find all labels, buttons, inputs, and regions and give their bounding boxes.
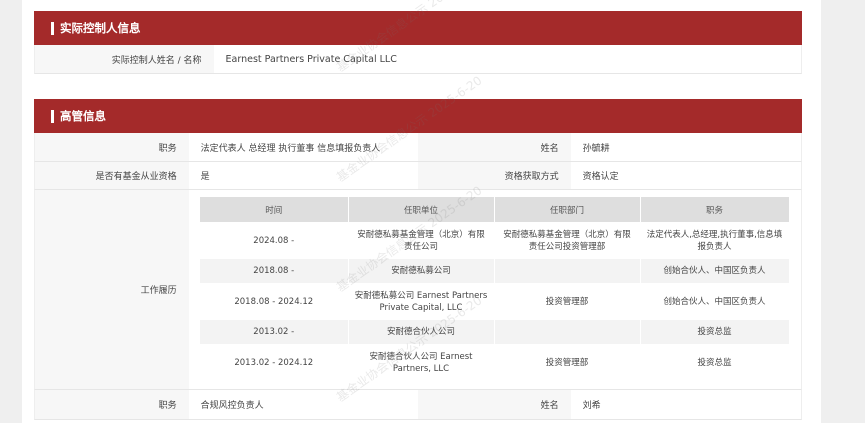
controller-section-header: 实际控制人信息	[34, 11, 802, 45]
exec1-method-value: 资格认定	[582, 172, 619, 182]
history-unit: 安耐德合伙人公司 Earnest Partners, LLC	[348, 344, 495, 381]
history-role: 投资总监	[640, 320, 790, 344]
history-dept: 投资管理部	[494, 344, 641, 381]
history-dept: 安耐德私募基金管理（北京）有限责任公司投资管理部	[494, 222, 641, 259]
history-header-time: 时间	[200, 197, 349, 222]
history-dept: 投资管理部	[494, 283, 641, 320]
page: 实际控制人信息 实际控制人姓名 / 名称 Earnest Partners Pr…	[22, 0, 821, 423]
history-header-role: 职务	[640, 197, 790, 222]
exec1-position-value: 法定代表人 总经理 执行董事 信息填报负责人	[200, 143, 381, 154]
history-unit: 安耐德私募公司	[348, 259, 495, 283]
exec1-name-label: 姓名	[418, 133, 571, 161]
exec2-position-row: 职务 合规风控负责人 姓名 刘希	[34, 390, 802, 420]
history-time: 2024.08 -	[200, 222, 349, 259]
history-time: 2018.08 - 2024.12	[200, 283, 349, 320]
exec2-name-value: 刘希	[582, 401, 601, 411]
header-bar	[51, 109, 54, 123]
history-role: 投资总监	[640, 344, 790, 381]
history-unit: 安耐德合伙人公司	[348, 320, 495, 344]
table-row: 2013.02 - 安耐德合伙人公司 投资总监	[200, 320, 790, 344]
exec1-method-label: 资格获取方式	[418, 162, 571, 189]
exec2-position-value: 合规风控负责人	[200, 401, 264, 411]
header-bar	[51, 21, 54, 35]
history-header-row: 时间 任职单位 任职部门 职务	[200, 197, 790, 222]
exec1-qual-value: 是	[200, 172, 210, 182]
history-time: 2018.08 -	[200, 259, 349, 283]
work-history-table: 时间 任职单位 任职部门 职务 2024.08 - 安耐德私募基金管理（北京）有…	[200, 197, 790, 381]
history-time: 2013.02 -	[200, 320, 349, 344]
exec1-qual-label: 是否有基金从业资格	[35, 162, 189, 189]
history-role: 创始合伙人、中国区负责人	[640, 283, 790, 320]
history-unit: 安耐德私募基金管理（北京）有限责任公司	[348, 222, 495, 259]
history-header-dept: 任职部门	[494, 197, 641, 222]
history-header-unit: 任职单位	[348, 197, 495, 222]
controller-name-label: 实际控制人姓名 / 名称	[35, 45, 214, 73]
exec2-name-label: 姓名	[418, 390, 571, 419]
history-unit: 安耐德私募公司 Earnest Partners Private Capital…	[348, 283, 495, 320]
history-role: 法定代表人,总经理,执行董事,信息填报负责人	[640, 222, 790, 259]
history-dept	[494, 320, 641, 344]
executives-section-title: 高管信息	[60, 109, 106, 123]
exec1-name-value: 孙毓耕	[582, 143, 610, 154]
exec1-position-label: 职务	[35, 133, 189, 161]
table-row: 2013.02 - 2024.12 安耐德合伙人公司 Earnest Partn…	[200, 344, 790, 381]
history-dept	[494, 259, 641, 283]
controller-row: 实际控制人姓名 / 名称 Earnest Partners Private Ca…	[34, 45, 802, 74]
executives-section-header: 高管信息	[34, 99, 802, 133]
table-row: 2024.08 - 安耐德私募基金管理（北京）有限责任公司 安耐德私募基金管理（…	[200, 222, 790, 259]
controller-name-value: Earnest Partners Private Capital LLC	[225, 53, 397, 65]
table-row: 2018.08 - 2024.12 安耐德私募公司 Earnest Partne…	[200, 283, 790, 320]
history-time: 2013.02 - 2024.12	[200, 344, 349, 381]
exec1-position-row: 职务 法定代表人 总经理 执行董事 信息填报负责人 姓名 孙毓耕	[34, 133, 802, 162]
history-role: 创始合伙人、中国区负责人	[640, 259, 790, 283]
exec1-qual-row: 是否有基金从业资格 是 资格获取方式 资格认定	[34, 162, 802, 190]
controller-section-title: 实际控制人信息	[60, 21, 141, 35]
exec2-position-label: 职务	[35, 390, 189, 419]
table-row: 2018.08 - 安耐德私募公司 创始合伙人、中国区负责人	[200, 259, 790, 283]
exec1-history-label: 工作履历	[35, 190, 189, 389]
